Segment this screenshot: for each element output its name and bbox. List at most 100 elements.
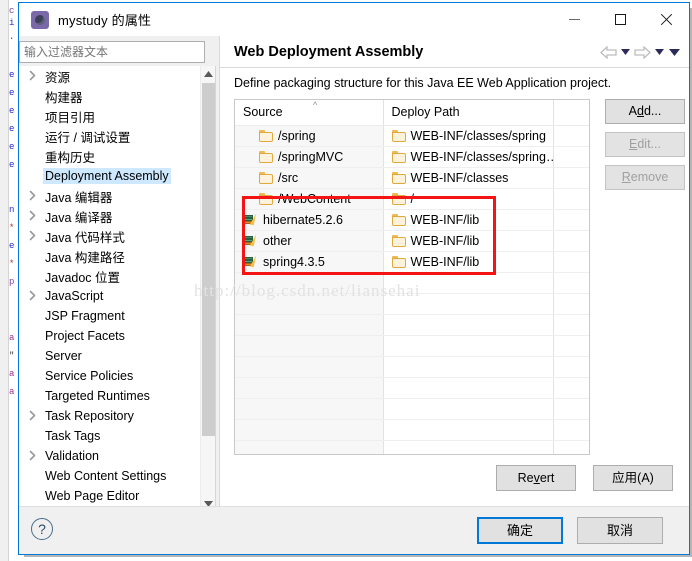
cancel-button[interactable]: 取消 (577, 517, 663, 544)
sidebar-item-label: Server (45, 349, 82, 363)
table-empty-row[interactable] (235, 293, 589, 315)
sidebar-item[interactable]: Java 构建路径 (19, 246, 201, 266)
sidebar-item[interactable]: Java 编辑器 (19, 186, 201, 206)
view-menu-caret-down-icon[interactable] (668, 44, 681, 60)
cell-source[interactable]: hibernate5.2.6 (235, 209, 384, 231)
remove-button[interactable]: Remove (605, 165, 685, 190)
empty-cell (383, 272, 554, 294)
cell-deploy-path[interactable]: / (383, 188, 554, 210)
sidebar-item[interactable]: Javadoc 位置 (19, 266, 201, 286)
table-empty-row[interactable] (235, 272, 589, 294)
table-action-buttons: Add... Edit... Remove (605, 99, 685, 198)
column-header-blank[interactable] (553, 100, 589, 126)
sidebar-item[interactable]: Deployment Assembly (19, 166, 201, 186)
add-button[interactable]: Add... (605, 99, 685, 124)
ok-button[interactable]: 确定 (477, 517, 563, 544)
arrow-right-icon[interactable] (634, 44, 651, 60)
empty-cell (383, 398, 554, 420)
assembly-table[interactable]: Source ^ Deploy Path /spring WEB-INF/clas… (234, 99, 590, 455)
table-empty-row[interactable] (235, 377, 589, 399)
empty-cell (383, 419, 554, 441)
sidebar-item[interactable]: Project Facets (19, 326, 201, 346)
chevron-right-icon[interactable] (27, 410, 38, 421)
table-empty-row[interactable] (235, 314, 589, 336)
sidebar-item[interactable]: Targeted Runtimes (19, 386, 201, 406)
sidebar-item[interactable]: JSP Fragment (19, 306, 201, 326)
sidebar-item[interactable]: JavaScript (19, 286, 201, 306)
deploy-path-label: WEB-INF/lib (410, 233, 480, 248)
sidebar-item[interactable]: Web Content Settings (19, 466, 201, 486)
table-row[interactable]: hibernate5.2.6 WEB-INF/lib (235, 209, 589, 231)
cell-deploy-path[interactable]: WEB-INF/classes (383, 167, 554, 189)
column-header-deploy-path[interactable]: Deploy Path (383, 100, 554, 126)
scroll-up-icon[interactable] (201, 66, 215, 82)
table-empty-row[interactable] (235, 398, 589, 420)
sidebar-item[interactable]: Task Repository (19, 406, 201, 426)
forward-history-caret-down-icon[interactable] (653, 44, 666, 60)
tree-scrollbar[interactable] (200, 66, 215, 511)
settings-tree[interactable]: 资源 构建器 项目引用 运行 / 调试设置 重构历史 Deployment Assembl… (19, 66, 216, 512)
cell-source[interactable]: spring4.3.5 (235, 251, 384, 273)
chevron-right-icon[interactable] (27, 190, 38, 201)
column-header-source[interactable]: Source ^ (235, 100, 384, 126)
maximize-button[interactable] (597, 3, 643, 36)
cell-deploy-path[interactable]: WEB-INF/lib (383, 251, 554, 273)
sidebar-item[interactable]: 项目引用 (19, 106, 201, 126)
arrow-left-icon[interactable] (600, 44, 617, 60)
properties-dialog: mystudy 的属性 资源构建器项目引用运行 / 调试设置重构历史 Deploy… (18, 2, 690, 555)
sidebar-item-label: Service Policies (45, 369, 134, 383)
sidebar-item[interactable]: 构建器 (19, 86, 201, 106)
filter-input[interactable] (19, 41, 205, 63)
sidebar-item-label: Task Repository (45, 409, 134, 423)
table-empty-row[interactable] (235, 419, 589, 441)
sidebar-item[interactable]: Web Page Editor (19, 486, 201, 506)
chevron-right-icon[interactable] (27, 210, 38, 221)
table-empty-row[interactable] (235, 440, 589, 454)
sidebar-item[interactable]: Service Policies (19, 366, 201, 386)
tree-scrollbar-thumb[interactable] (202, 83, 215, 436)
table-row[interactable]: spring4.3.5 WEB-INF/lib (235, 251, 589, 273)
chevron-right-icon[interactable] (27, 450, 38, 461)
cell-extra (553, 146, 589, 168)
chevron-right-icon[interactable] (27, 70, 38, 81)
cell-source[interactable]: /springMVC (235, 146, 384, 168)
help-icon[interactable]: ? (31, 518, 53, 540)
sidebar-item[interactable]: Java 编译器 (19, 206, 201, 226)
cell-source[interactable]: other (235, 230, 384, 252)
cell-deploy-path[interactable]: WEB-INF/classes/spring (383, 125, 554, 147)
revert-button-label: Revert (517, 471, 555, 485)
sidebar-item[interactable]: Java 代码样式 (19, 226, 201, 246)
cell-deploy-path[interactable]: WEB-INF/classes/spring… (383, 146, 554, 168)
empty-cell (235, 398, 384, 420)
table-row[interactable]: /springMVC WEB-INF/classes/spring… (235, 146, 589, 168)
table-row[interactable]: /src WEB-INF/classes (235, 167, 589, 189)
minimize-button[interactable] (551, 3, 597, 36)
sidebar-item[interactable]: 运行 / 调试设置 (19, 126, 201, 146)
cell-deploy-path[interactable]: WEB-INF/lib (383, 209, 554, 231)
table-row[interactable]: /spring WEB-INF/classes/spring (235, 125, 589, 147)
table-row[interactable]: other WEB-INF/lib (235, 230, 589, 252)
cell-deploy-path[interactable]: WEB-INF/lib (383, 230, 554, 252)
revert-button[interactable]: Revert (496, 465, 576, 491)
sidebar-item[interactable]: 重构历史 (19, 146, 201, 166)
chevron-right-icon[interactable] (27, 290, 38, 301)
source-cell-content: other (243, 234, 382, 248)
close-button[interactable] (643, 3, 689, 36)
empty-cell (235, 293, 384, 315)
table-row[interactable]: /WebContent / (235, 188, 589, 210)
cell-source[interactable]: /spring (235, 125, 384, 147)
sidebar-item[interactable]: Server (19, 346, 201, 366)
table-empty-row[interactable] (235, 335, 589, 357)
edit-button[interactable]: Edit... (605, 132, 685, 157)
folder-icon (259, 192, 273, 205)
chevron-right-icon[interactable] (27, 230, 38, 241)
sidebar-item[interactable]: Task Tags (19, 426, 201, 446)
source-label: spring4.3.5 (263, 254, 325, 269)
table-empty-row[interactable] (235, 356, 589, 378)
sidebar-item[interactable]: Validation (19, 446, 201, 466)
cell-source[interactable]: /WebContent (235, 188, 384, 210)
sidebar-item[interactable]: 资源 (19, 66, 201, 86)
cell-source[interactable]: /src (235, 167, 384, 189)
apply-button[interactable]: 应用(A) (593, 465, 673, 491)
back-history-caret-down-icon[interactable] (619, 44, 632, 60)
